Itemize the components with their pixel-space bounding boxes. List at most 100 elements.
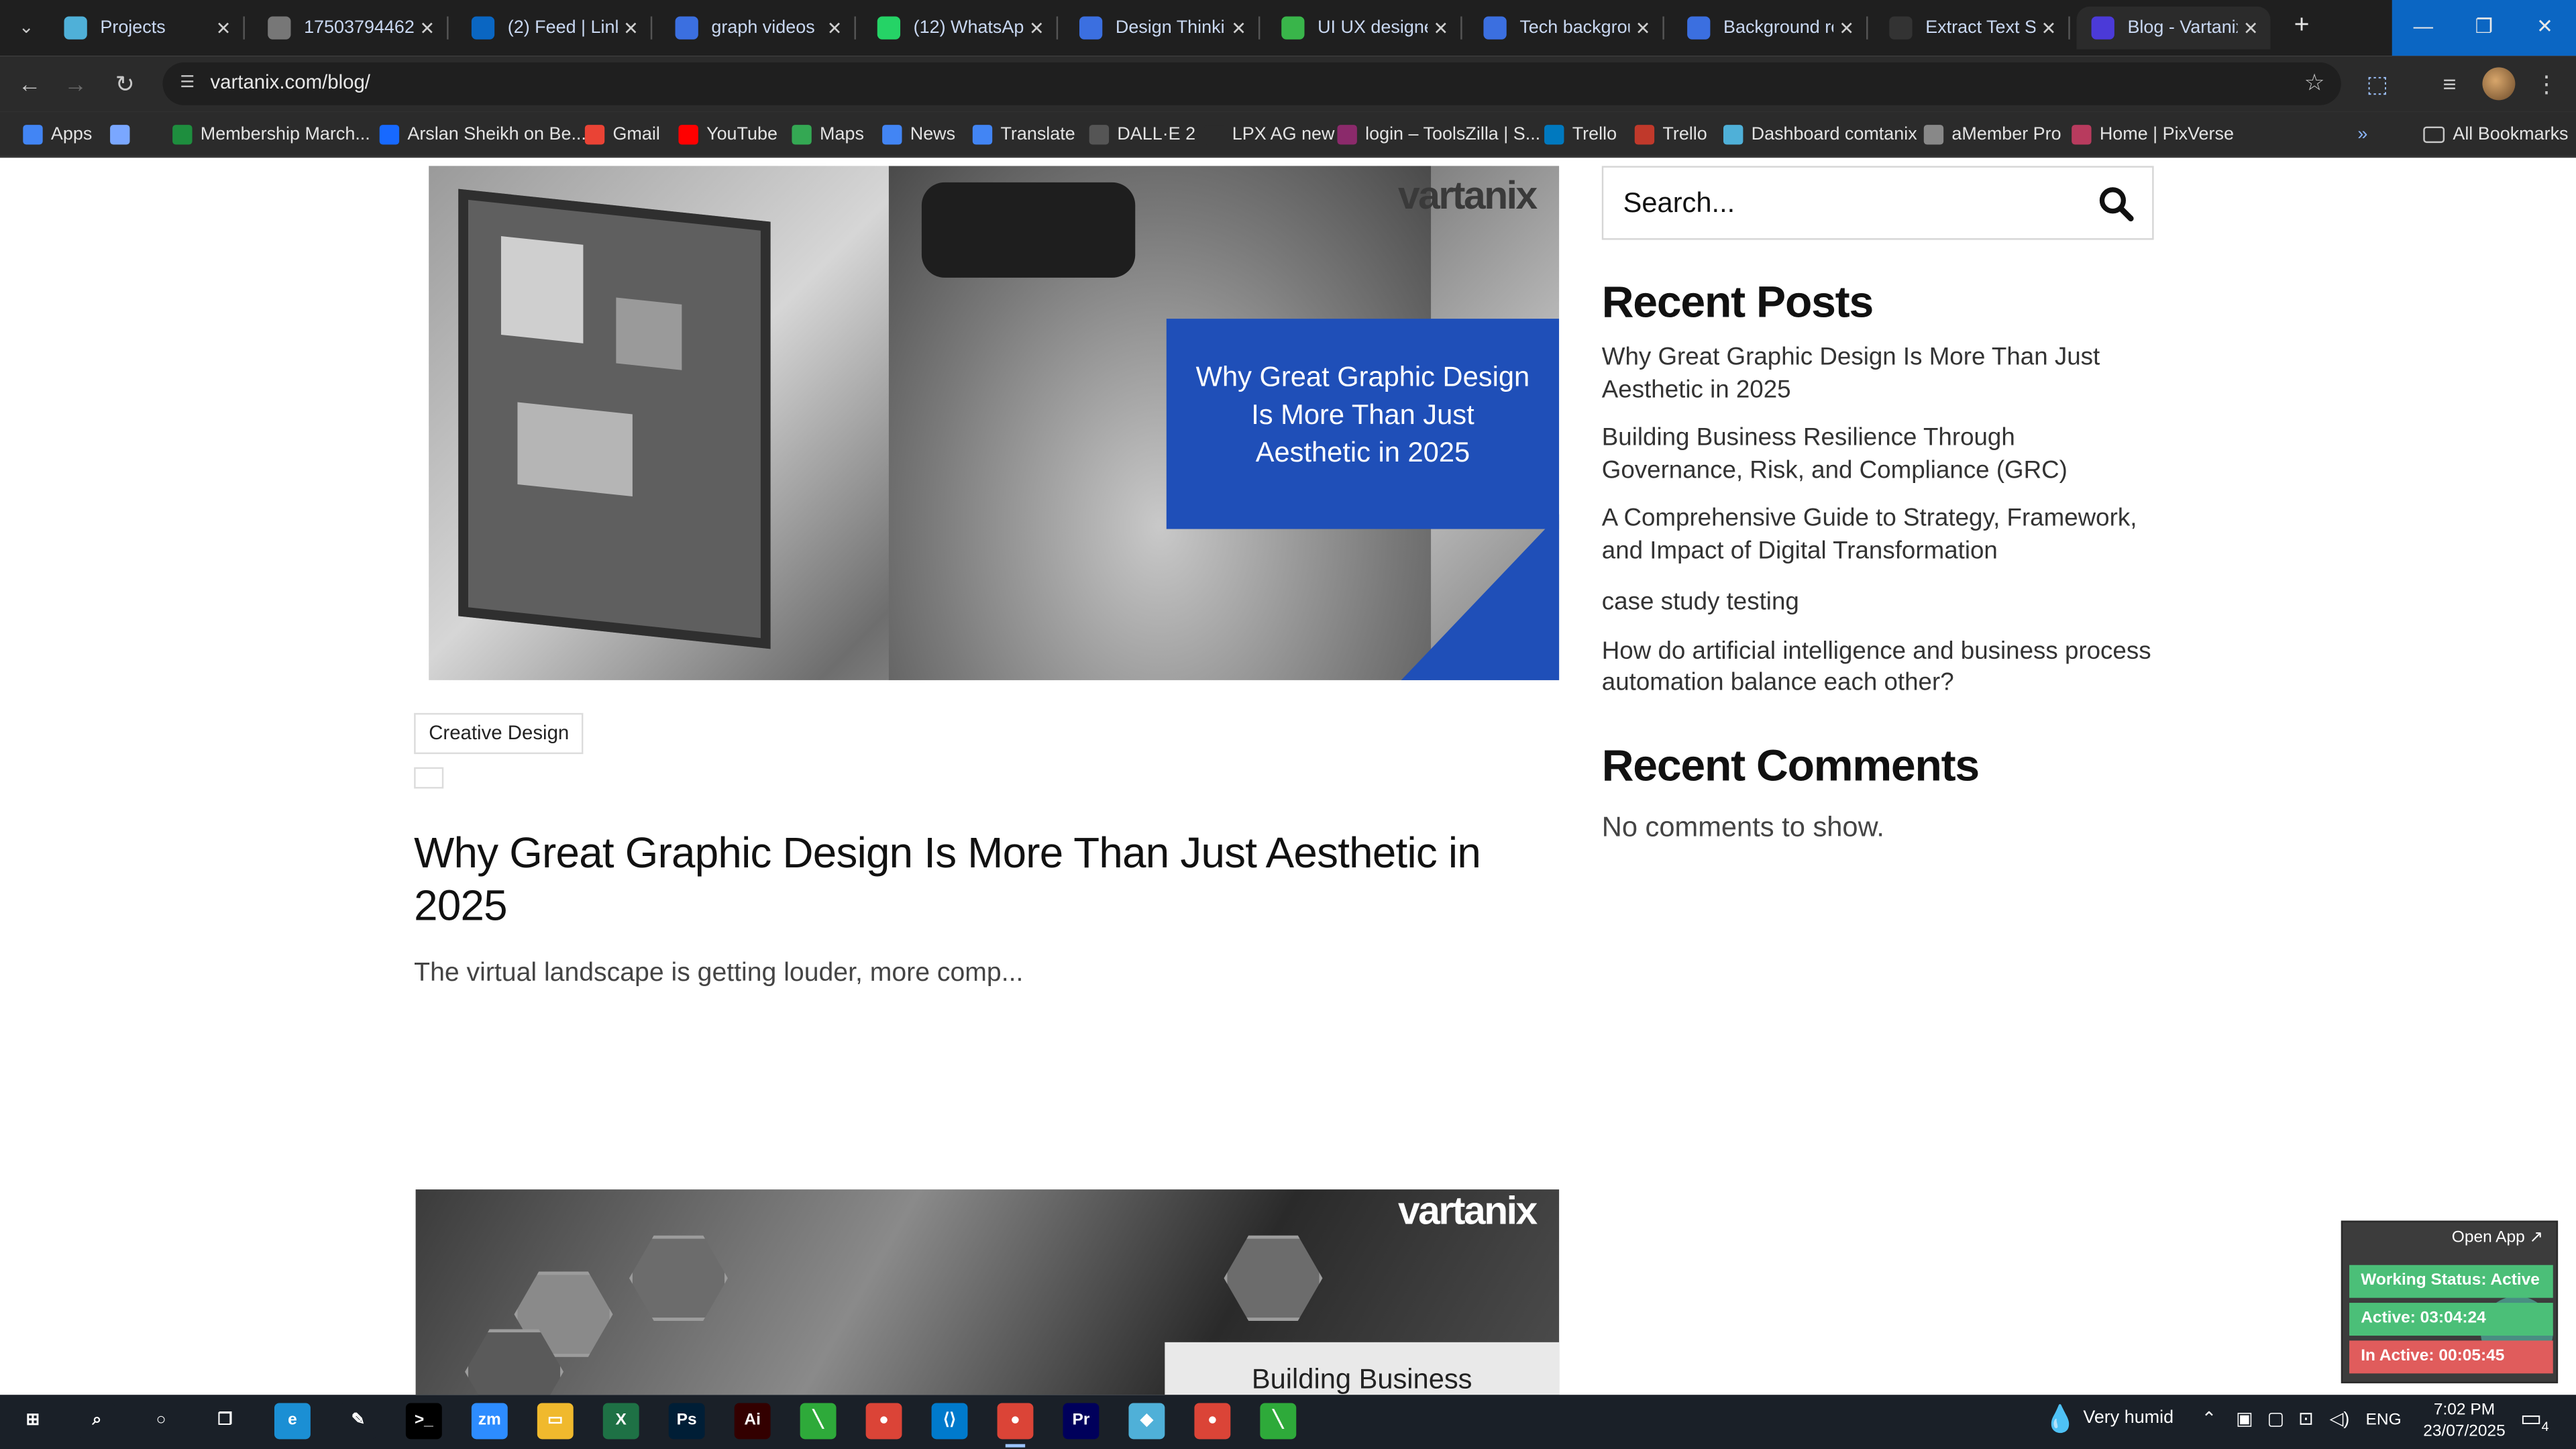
more-bookmarks-icon[interactable]: » xyxy=(2357,121,2367,148)
windows-start-icon[interactable]: ⊞ xyxy=(15,1403,51,1440)
vscode-icon[interactable]: ⟨⟩ xyxy=(931,1403,968,1440)
notifications-icon[interactable]: ▭ xyxy=(2520,1405,2542,1433)
url-text[interactable]: vartanix.com/blog/ xyxy=(210,70,370,93)
browser-menu-icon[interactable]: ⋮ xyxy=(2530,67,2563,100)
recent-post-link[interactable]: Building Business Resilience Through Gov… xyxy=(1602,422,2154,486)
search-icon[interactable]: ⌕ xyxy=(78,1403,115,1440)
bookmark-item[interactable]: aMember Pro xyxy=(1923,121,2061,148)
bookmark-item[interactable]: Apps xyxy=(23,121,92,148)
search-input[interactable] xyxy=(1623,187,2067,221)
browser-tab[interactable]: Blog - Vartanix ✕ xyxy=(2076,6,2271,50)
bookmark-item[interactable]: Membership March... xyxy=(172,121,370,148)
close-tab-icon[interactable]: ✕ xyxy=(1428,17,1454,38)
cortana-icon[interactable]: ○ xyxy=(143,1403,179,1440)
post-title[interactable]: Why Great Graphic Design Is More Than Ju… xyxy=(414,826,1548,932)
language-indicator[interactable]: ENG xyxy=(2366,1411,2402,1430)
category-tag[interactable]: Creative Design xyxy=(414,712,584,755)
reading-list-icon[interactable]: ≡ xyxy=(2433,67,2466,100)
network-icon[interactable]: ⊡ xyxy=(2298,1408,2314,1429)
file-explorer-icon[interactable]: ▭ xyxy=(537,1403,574,1440)
task-view-icon[interactable]: ❐ xyxy=(207,1403,244,1440)
browser-tab[interactable]: Projects ✕ xyxy=(49,7,245,50)
system-clock[interactable]: 7:02 PM 23/07/2025 xyxy=(2422,1400,2507,1443)
back-button[interactable]: ← xyxy=(13,67,46,100)
new-tab-button[interactable]: + xyxy=(2286,10,2318,43)
close-tab-icon[interactable]: ✕ xyxy=(1024,17,1050,38)
close-tab-icon[interactable]: ✕ xyxy=(1226,17,1252,38)
browser-tab[interactable]: Tech background✕ xyxy=(1468,7,1664,50)
open-app-button[interactable]: Open App ↗ xyxy=(2452,1229,2543,1247)
address-bar[interactable]: ☰ vartanix.com/blog/ ☆ xyxy=(162,62,2341,105)
browser-tab[interactable]: graph videos | ✕ xyxy=(660,7,856,50)
bookmark-item[interactable]: Translate xyxy=(972,121,1075,148)
close-tab-icon[interactable]: ✕ xyxy=(1833,17,1860,38)
bookmark-item[interactable] xyxy=(110,121,138,148)
bookmark-item[interactable]: login – ToolsZilla | S... xyxy=(1337,121,1540,148)
bookmark-item[interactable]: News xyxy=(882,121,955,148)
weather-text[interactable]: Very humid xyxy=(2083,1408,2174,1428)
second-post-image[interactable]: vartanix Building Business xyxy=(415,1189,1560,1395)
weather-icon[interactable]: 💧 xyxy=(2044,1403,2077,1436)
close-tab-icon[interactable]: ✕ xyxy=(414,17,440,38)
tray-overflow-icon[interactable]: ⌃ xyxy=(2202,1408,2217,1429)
recent-post-link[interactable]: A Comprehensive Guide to Strategy, Frame… xyxy=(1602,502,2154,567)
close-tab-icon[interactable]: ✕ xyxy=(822,17,848,38)
restore-button[interactable]: ❐ xyxy=(2453,0,2515,56)
all-bookmarks-button[interactable]: All Bookmarks xyxy=(2423,121,2569,148)
volume-icon[interactable]: ◁) xyxy=(2330,1408,2350,1429)
browser-tab[interactable]: 175037944625 ✕ xyxy=(253,7,449,50)
post-featured-image[interactable]: vartanix Why Great Graphic Design Is Mor… xyxy=(429,166,1560,680)
green-app-alt-icon[interactable]: ╲ xyxy=(1260,1403,1297,1440)
illustrator-icon[interactable]: Ai xyxy=(734,1403,771,1440)
premiere-icon[interactable]: Pr xyxy=(1063,1403,1099,1440)
extensions-icon[interactable]: ⬚ xyxy=(2361,67,2394,100)
tab-search-chevron-icon[interactable]: ⌄ xyxy=(10,11,43,44)
close-tab-icon[interactable]: ✕ xyxy=(618,17,644,38)
recent-post-link[interactable]: case study testing xyxy=(1602,586,2154,619)
excel-icon[interactable]: X xyxy=(602,1403,639,1440)
terminal-icon[interactable]: >_ xyxy=(405,1403,442,1440)
bookmark-item[interactable]: Trello xyxy=(1634,121,1707,148)
close-window-button[interactable]: ✕ xyxy=(2514,0,2576,56)
green-app-icon[interactable]: ╲ xyxy=(800,1403,837,1440)
browser-tab[interactable]: Design Thinking✕ xyxy=(1065,7,1260,50)
close-tab-icon[interactable]: ✕ xyxy=(2238,17,2264,38)
photoshop-icon[interactable]: Ps xyxy=(668,1403,705,1440)
browser-tab[interactable]: Extract Text Su ✕ xyxy=(1874,7,2070,50)
browser-tab[interactable]: Background re ✕ xyxy=(1672,7,1868,50)
browser-tab[interactable]: (12) WhatsApp ✕ xyxy=(863,7,1059,50)
display-icon[interactable]: ▢ xyxy=(2267,1408,2284,1429)
bookmark-item[interactable]: Dashboard comtanix xyxy=(1723,121,1917,148)
bookmark-label: login – ToolsZilla | S... xyxy=(1365,125,1541,145)
site-info-icon[interactable]: ☰ xyxy=(176,72,199,95)
chrome-alt-icon[interactable]: ● xyxy=(1194,1403,1231,1440)
bookmark-item[interactable]: DALL·E 2 xyxy=(1089,121,1195,148)
edge-icon[interactable]: e xyxy=(274,1403,311,1440)
bookmark-item[interactable]: YouTube xyxy=(678,121,777,148)
close-tab-icon[interactable]: ✕ xyxy=(1629,17,1656,38)
chrome-active-icon[interactable]: ● xyxy=(997,1403,1034,1440)
bookmark-item[interactable]: Gmail xyxy=(584,121,660,148)
search-icon[interactable] xyxy=(2096,184,2136,223)
profile-avatar[interactable] xyxy=(2482,67,2516,101)
chrome-icon[interactable]: ● xyxy=(865,1403,902,1440)
zoom-icon[interactable]: zm xyxy=(471,1403,508,1440)
bookmark-item[interactable]: LPX AG new xyxy=(1204,121,1335,148)
bookmark-item[interactable]: Home | PixVerse xyxy=(2072,121,2234,148)
bookmark-item[interactable]: Arslan Sheikh on Be... xyxy=(379,121,586,148)
reload-button[interactable]: ↻ xyxy=(109,67,142,100)
meet-icon[interactable]: ▣ xyxy=(2236,1408,2253,1429)
recent-post-link[interactable]: How do artificial intelligence and busin… xyxy=(1602,635,2154,700)
browser-tab[interactable]: (2) Feed | LinkedIn✕ xyxy=(457,7,653,50)
pen-icon[interactable]: ✎ xyxy=(339,1403,376,1440)
minimize-button[interactable]: — xyxy=(2392,0,2455,56)
close-tab-icon[interactable]: ✕ xyxy=(2035,17,2061,38)
forward-button[interactable]: → xyxy=(59,67,92,100)
bookmark-item[interactable]: Maps xyxy=(792,121,864,148)
bookmark-item[interactable]: Trello xyxy=(1544,121,1617,148)
browser-tab[interactable]: UI UX designer✕ xyxy=(1267,7,1462,50)
close-tab-icon[interactable]: ✕ xyxy=(210,17,236,38)
bookmark-star-icon[interactable]: ☆ xyxy=(2304,69,2325,97)
gem-app-icon[interactable]: ◆ xyxy=(1128,1403,1165,1440)
recent-post-link[interactable]: Why Great Graphic Design Is More Than Ju… xyxy=(1602,341,2154,406)
